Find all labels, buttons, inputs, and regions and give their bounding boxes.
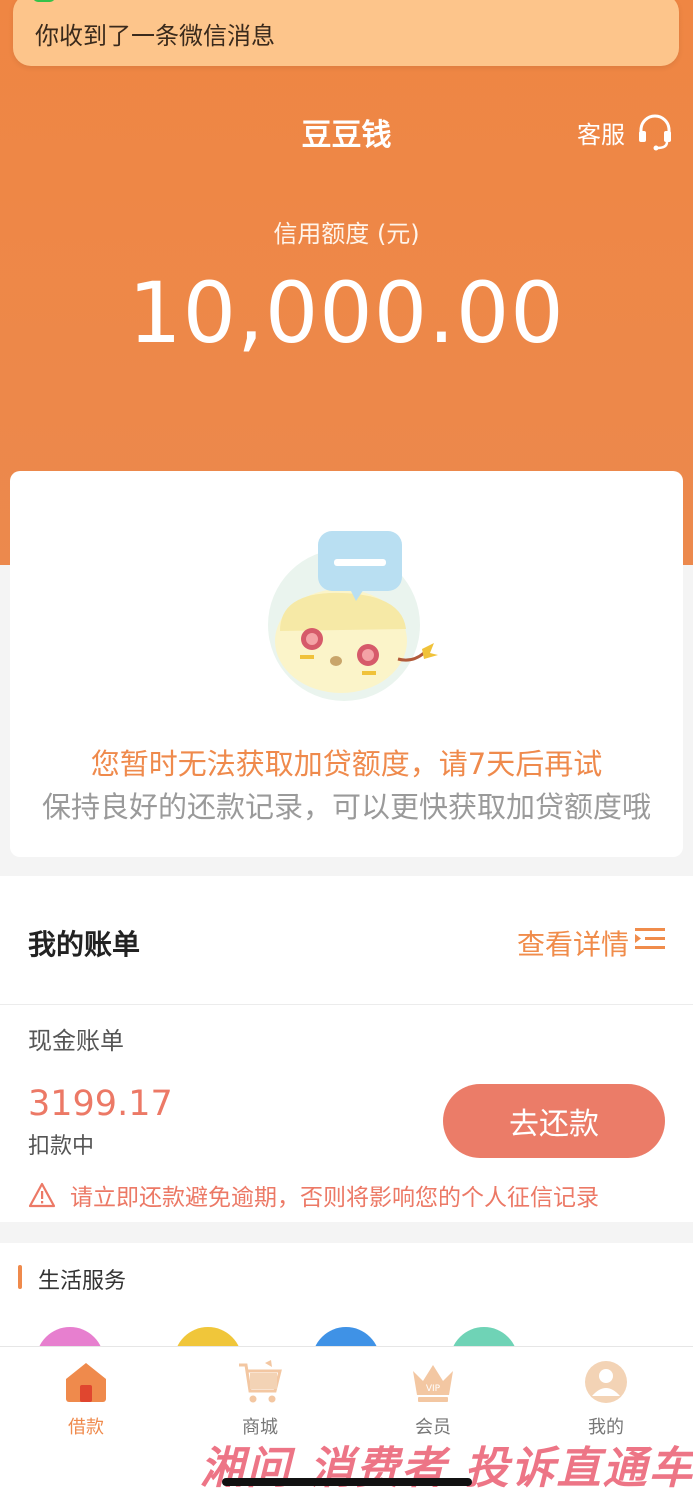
cash-bill-label: 现金账单 bbox=[28, 1027, 124, 1055]
home-icon bbox=[66, 1363, 106, 1402]
tab-mine[interactable]: 我的 bbox=[546, 1359, 666, 1439]
tab-label: 借款 bbox=[68, 1417, 104, 1438]
crown-icon: VIP bbox=[413, 1365, 453, 1402]
warning-icon bbox=[28, 1182, 56, 1208]
life-services-title: 生活服务 bbox=[38, 1269, 127, 1294]
svg-text:VIP: VIP bbox=[426, 1384, 441, 1394]
warning-text: 请立即还款避免逾期，否则将影响您的个人征信记录 bbox=[70, 1185, 599, 1211]
status-message-primary: 您暂时无法获取加贷额度，请7天后再试 bbox=[90, 747, 603, 781]
notification-text: 你收到了一条微信消息 bbox=[35, 22, 275, 50]
tab-mall[interactable]: 商城 bbox=[200, 1359, 320, 1439]
credit-limit-label: 信用额度 (元) bbox=[273, 220, 420, 248]
tab-loan[interactable]: 借款 bbox=[26, 1359, 146, 1439]
repay-warning: 请立即还款避免逾期，否则将影响您的个人征信记录 bbox=[28, 1178, 599, 1212]
list-icon[interactable] bbox=[635, 926, 667, 952]
bill-status: 扣款中 bbox=[28, 1134, 95, 1159]
tab-member[interactable]: VIP 会员 bbox=[373, 1359, 493, 1439]
my-bill-section: 我的账单 查看详情 现金账单 3199.17 扣款中 去还款 请立即还款避免逾期… bbox=[0, 876, 693, 1222]
headset-icon bbox=[639, 114, 671, 151]
bill-amount: 3199.17 bbox=[28, 1084, 173, 1124]
section-accent-bar bbox=[18, 1265, 22, 1289]
user-icon bbox=[585, 1361, 627, 1403]
divider bbox=[0, 1004, 693, 1005]
credit-limit-amount: 10,000.00 bbox=[128, 264, 565, 362]
loan-status-card: 您暂时无法获取加贷额度，请7天后再试 保持良好的还款记录，可以更快获取加贷额度哦 bbox=[10, 471, 683, 857]
cart-icon bbox=[239, 1360, 282, 1403]
status-message-secondary: 保持良好的还款记录，可以更快获取加贷额度哦 bbox=[41, 790, 651, 824]
wechat-notification-banner[interactable]: 你收到了一条微信消息 bbox=[13, 0, 679, 66]
repay-button[interactable]: 去还款 bbox=[443, 1084, 665, 1158]
bill-section-title: 我的账单 bbox=[28, 928, 141, 961]
life-services-section: 生活服务 bbox=[0, 1243, 693, 1363]
home-indicator bbox=[222, 1478, 472, 1486]
customer-service-button[interactable]: 客服 bbox=[577, 112, 675, 152]
bean-mascot-illustration bbox=[268, 531, 438, 701]
wechat-icon bbox=[33, 0, 55, 2]
customer-service-label: 客服 bbox=[577, 120, 625, 149]
view-details-link[interactable]: 查看详情 bbox=[517, 923, 629, 963]
